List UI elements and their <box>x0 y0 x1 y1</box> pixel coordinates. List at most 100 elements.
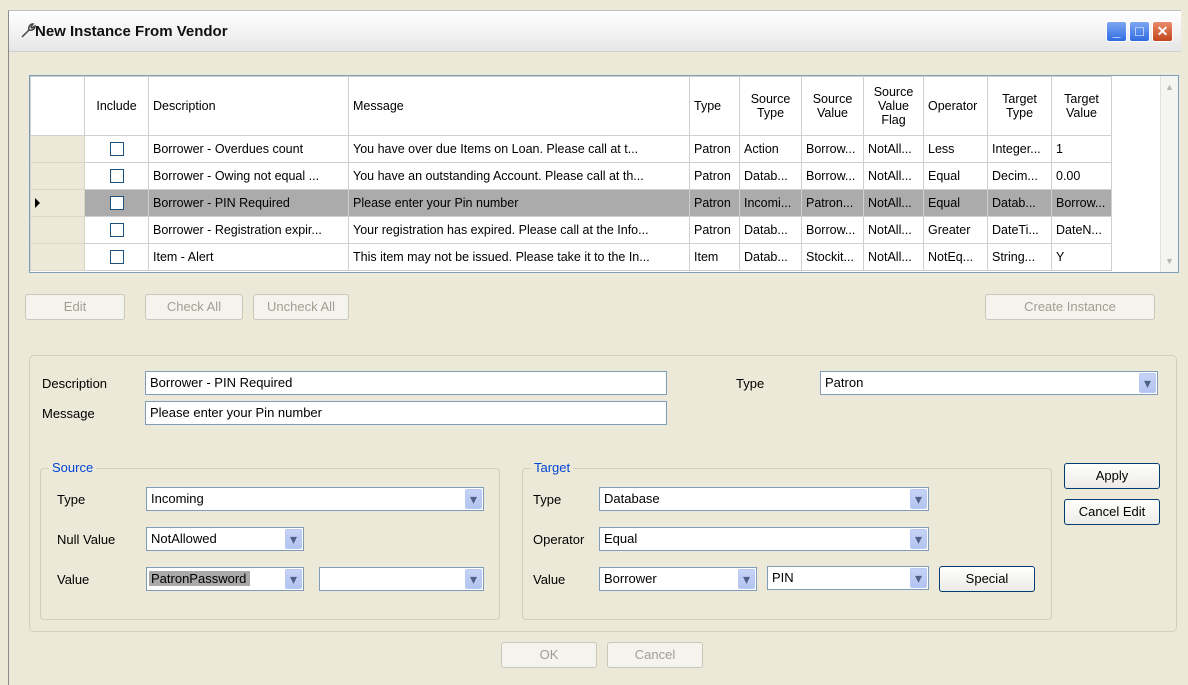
message-cell[interactable]: This item may not be issued. Please take… <box>348 243 690 271</box>
target-type-cell[interactable]: DateTi... <box>987 216 1052 244</box>
col-message[interactable]: Message <box>348 76 690 136</box>
uncheck-all-button[interactable]: Uncheck All <box>253 294 349 320</box>
source-value-cell[interactable]: Borrow... <box>801 216 864 244</box>
source-type-cell[interactable]: Datab... <box>739 216 802 244</box>
edit-button[interactable]: Edit <box>25 294 125 320</box>
title-bar[interactable]: New Instance From Vendor _ □ ✕ <box>9 11 1181 52</box>
target-type-cell[interactable]: Decim... <box>987 162 1052 190</box>
source-value2-select[interactable] <box>319 567 484 591</box>
col-target-value[interactable]: Target Value <box>1051 76 1112 136</box>
maximize-button[interactable]: □ <box>1129 21 1150 42</box>
description-cell[interactable]: Borrower - PIN Required <box>148 189 349 217</box>
description-cell[interactable]: Borrower - Overdues count <box>148 135 349 163</box>
col-include[interactable]: Include <box>84 76 149 136</box>
target-value-cell[interactable]: 1 <box>1051 135 1112 163</box>
operator-select[interactable]: Equal <box>599 527 929 551</box>
include-checkbox[interactable] <box>109 250 124 265</box>
description-field[interactable]: Borrower - PIN Required <box>145 371 667 395</box>
col-type[interactable]: Type <box>689 76 740 136</box>
message-cell[interactable]: You have an outstanding Account. Please … <box>348 162 690 190</box>
include-cell[interactable] <box>84 243 149 271</box>
message-cell[interactable]: You have over due Items on Loan. Please … <box>348 135 690 163</box>
row-header[interactable] <box>30 243 85 271</box>
cancel-edit-button[interactable]: Cancel Edit <box>1064 499 1160 525</box>
minimize-button[interactable]: _ <box>1106 21 1127 42</box>
type-select[interactable]: Patron <box>820 371 1158 395</box>
target-value-select[interactable]: Borrower <box>599 567 757 591</box>
description-cell[interactable]: Item - Alert <box>148 243 349 271</box>
include-cell[interactable] <box>84 189 149 217</box>
chevron-down-icon[interactable] <box>465 569 482 589</box>
source-type-cell[interactable]: Action <box>739 135 802 163</box>
null-value-select[interactable]: NotAllowed <box>146 527 304 551</box>
chevron-down-icon[interactable] <box>465 489 482 509</box>
chevron-down-icon[interactable] <box>738 569 755 589</box>
source-flag-cell[interactable]: NotAll... <box>863 216 924 244</box>
target-value2-select[interactable]: PIN <box>767 566 929 590</box>
message-cell[interactable]: Your registration has expired. Please ca… <box>348 216 690 244</box>
target-type-cell[interactable]: Datab... <box>987 189 1052 217</box>
include-checkbox[interactable] <box>109 169 124 184</box>
source-type-cell[interactable]: Datab... <box>739 162 802 190</box>
source-value-cell[interactable]: Stockit... <box>801 243 864 271</box>
source-flag-cell[interactable]: NotAll... <box>863 189 924 217</box>
create-instance-button[interactable]: Create Instance <box>985 294 1155 320</box>
table-row[interactable]: Borrower - Registration expir... Your re… <box>30 216 1112 244</box>
target-value-cell[interactable]: DateN... <box>1051 216 1112 244</box>
include-checkbox[interactable] <box>109 223 124 238</box>
table-row[interactable]: Borrower - Overdues count You have over … <box>30 135 1112 163</box>
col-source-type[interactable]: Source Type <box>739 76 802 136</box>
grid-vertical-scrollbar[interactable]: ▲ ▼ <box>1160 76 1178 272</box>
operator-cell[interactable]: Equal <box>923 162 988 190</box>
col-operator[interactable]: Operator <box>923 76 988 136</box>
target-type-cell[interactable]: String... <box>987 243 1052 271</box>
description-cell[interactable]: Borrower - Registration expir... <box>148 216 349 244</box>
source-value-cell[interactable]: Patron... <box>801 189 864 217</box>
chevron-down-icon[interactable] <box>285 529 302 549</box>
col-source-value[interactable]: Source Value <box>801 76 864 136</box>
row-header[interactable] <box>30 189 85 217</box>
chevron-down-icon[interactable] <box>1139 373 1156 393</box>
include-cell[interactable] <box>84 162 149 190</box>
chevron-down-icon[interactable] <box>910 568 927 588</box>
row-header[interactable] <box>30 162 85 190</box>
special-button[interactable]: Special <box>939 566 1035 592</box>
message-field[interactable]: Please enter your Pin number <box>145 401 667 425</box>
type-cell[interactable]: Item <box>689 243 740 271</box>
apply-button[interactable]: Apply <box>1064 463 1160 489</box>
source-value-select[interactable]: PatronPassword <box>146 567 304 591</box>
table-row-selected[interactable]: Borrower - PIN Required Please enter you… <box>30 189 1112 217</box>
target-value-cell[interactable]: 0.00 <box>1051 162 1112 190</box>
type-cell[interactable]: Patron <box>689 189 740 217</box>
type-cell[interactable]: Patron <box>689 162 740 190</box>
target-value-cell[interactable]: Y <box>1051 243 1112 271</box>
col-target-type[interactable]: Target Type <box>987 76 1052 136</box>
table-row[interactable]: Item - Alert This item may not be issued… <box>30 243 1112 271</box>
rules-grid[interactable]: Include Description Message Type Source … <box>29 75 1179 273</box>
ok-button[interactable]: OK <box>501 642 597 668</box>
scroll-up-icon[interactable]: ▲ <box>1164 82 1175 92</box>
chevron-down-icon[interactable] <box>910 529 927 549</box>
source-flag-cell[interactable]: NotAll... <box>863 243 924 271</box>
description-cell[interactable]: Borrower - Owing not equal ... <box>148 162 349 190</box>
operator-cell[interactable]: Equal <box>923 189 988 217</box>
operator-cell[interactable]: Greater <box>923 216 988 244</box>
target-type-select[interactable]: Database <box>599 487 929 511</box>
target-type-cell[interactable]: Integer... <box>987 135 1052 163</box>
close-button[interactable]: ✕ <box>1152 21 1173 42</box>
chevron-down-icon[interactable] <box>910 489 927 509</box>
operator-cell[interactable]: NotEq... <box>923 243 988 271</box>
include-cell[interactable] <box>84 135 149 163</box>
operator-cell[interactable]: Less <box>923 135 988 163</box>
target-value-cell[interactable]: Borrow... <box>1051 189 1112 217</box>
cancel-button[interactable]: Cancel <box>607 642 703 668</box>
chevron-down-icon[interactable] <box>285 569 302 589</box>
col-description[interactable]: Description <box>148 76 349 136</box>
include-cell[interactable] <box>84 216 149 244</box>
check-all-button[interactable]: Check All <box>145 294 243 320</box>
type-cell[interactable]: Patron <box>689 216 740 244</box>
source-flag-cell[interactable]: NotAll... <box>863 162 924 190</box>
row-header[interactable] <box>30 216 85 244</box>
source-flag-cell[interactable]: NotAll... <box>863 135 924 163</box>
source-type-cell[interactable]: Incomi... <box>739 189 802 217</box>
